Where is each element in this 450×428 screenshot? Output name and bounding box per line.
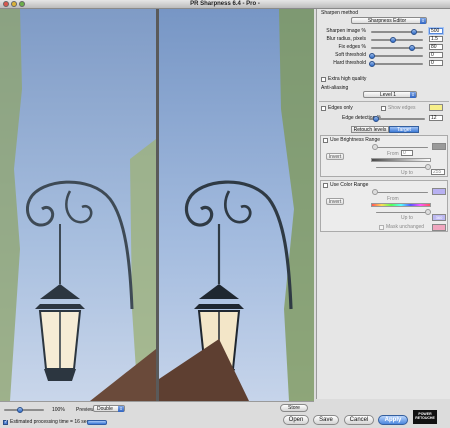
zoom-slider-knob[interactable] xyxy=(17,407,23,413)
preview-before-pane[interactable] xyxy=(0,9,156,401)
divider xyxy=(319,101,449,102)
settings-panel: Sharpen method Sharpness Editor ⇕ Sharpe… xyxy=(316,9,450,399)
lamp-photo-before xyxy=(0,9,156,401)
param-slider-track[interactable] xyxy=(371,63,423,65)
estimate-label: Estimated processing time = 16 sec. xyxy=(10,419,91,425)
param-label: Sharpen image % xyxy=(326,28,366,34)
color-range-group: Use Color Range From Invert Up to 360 Ma… xyxy=(320,180,448,232)
method-popup[interactable]: Sharpness Editor ⇕ xyxy=(351,17,427,24)
split-divider[interactable] xyxy=(156,9,159,401)
preview-mode-popup[interactable]: Double ⇕ xyxy=(93,405,125,412)
param-slider-knob[interactable] xyxy=(369,61,375,67)
tab-retouch-levels[interactable]: Retouch levels xyxy=(351,126,389,133)
title-bar: PR Sharpness 6.4 - Pro - xyxy=(0,0,450,9)
param-slider-track[interactable] xyxy=(371,39,423,41)
color-range-checkbox[interactable] xyxy=(323,183,328,188)
param-label: Soft threshold xyxy=(335,52,366,58)
extra-quality-checkbox[interactable] xyxy=(321,77,326,82)
color-range-label: Use Color Range xyxy=(330,182,369,188)
preview-label: Preview xyxy=(76,407,94,413)
store-button[interactable]: Store xyxy=(280,404,308,412)
method-label: Sharpen method xyxy=(321,10,358,16)
estimate-checkbox[interactable] xyxy=(3,419,8,425)
param-label: Fix edges % xyxy=(338,44,366,50)
tab-target-range[interactable]: Target range xyxy=(389,126,419,139)
edge-detection-field[interactable]: 12 xyxy=(429,115,443,121)
chevron-updown-icon: ⇕ xyxy=(118,406,124,412)
param-value-field[interactable]: 0 xyxy=(429,60,443,66)
zoom-label: 100% xyxy=(52,407,65,413)
lamp-photo-after xyxy=(159,9,314,401)
chevron-updown-icon: ⇕ xyxy=(420,18,426,24)
power-retouche-logo: POWER RETOUCHE xyxy=(413,410,437,424)
param-slider-track[interactable] xyxy=(371,47,423,49)
show-edges-label: Show edges xyxy=(388,105,416,111)
param-value-field[interactable]: 1.5 xyxy=(429,36,443,42)
antialiasing-value: Level 1 xyxy=(379,92,397,98)
edge-color-swatch[interactable] xyxy=(429,104,443,111)
antialiasing-popup[interactable]: Level 1 ⇕ xyxy=(363,91,417,98)
param-slider-track[interactable] xyxy=(371,55,423,57)
save-button[interactable]: Save xyxy=(313,415,339,425)
antialiasing-label: Anti-aliasing xyxy=(321,85,349,91)
color-upto-swatch[interactable]: 360 xyxy=(432,214,446,221)
edges-only-label: Edges only xyxy=(328,105,353,111)
mask-unchanged-checkbox[interactable] xyxy=(379,225,384,230)
preview-mode-value: Double xyxy=(97,406,113,412)
mask-swatch[interactable] xyxy=(432,224,446,231)
mask-unchanged-label: Mask unchanged xyxy=(386,224,425,230)
brightness-from-track[interactable] xyxy=(376,147,428,148)
color-invert-button[interactable]: Invert xyxy=(326,198,344,205)
show-edges-checkbox[interactable] xyxy=(381,106,386,111)
color-upto-knob[interactable] xyxy=(425,209,431,215)
param-label: Blur radius, pixels xyxy=(326,36,366,42)
chevron-updown-icon: ⇕ xyxy=(410,92,416,98)
extra-quality-label: Extra high quality xyxy=(328,76,367,82)
brightness-from-label: From xyxy=(387,151,399,157)
brightness-gradient xyxy=(371,158,431,162)
bottom-bar: 100% Preview Double ⇕ Store Estimated pr… xyxy=(0,401,314,428)
param-value-field[interactable]: 0 xyxy=(429,52,443,58)
edge-detection-knob[interactable] xyxy=(373,116,379,122)
brightness-checkbox[interactable] xyxy=(323,138,328,143)
hue-gradient xyxy=(371,203,431,207)
param-label: Hard threshold xyxy=(333,60,366,66)
param-slider-knob[interactable] xyxy=(409,45,415,51)
brightness-upto-track[interactable] xyxy=(376,167,428,168)
zoom-slider-track[interactable] xyxy=(4,409,44,411)
edges-only-checkbox[interactable] xyxy=(321,106,326,111)
app-window: PR Sharpness 6.4 - Pro - 100% Preview Do… xyxy=(0,0,450,428)
param-value-field[interactable]: 80 xyxy=(429,44,443,50)
brightness-from-field[interactable]: 0 xyxy=(401,150,413,156)
color-from-label: From xyxy=(387,196,399,202)
param-slider-knob[interactable] xyxy=(411,29,417,35)
color-from-swatch[interactable] xyxy=(432,188,446,195)
brightness-upto-label: Up to xyxy=(401,170,413,176)
brightness-upto-field[interactable]: 255 xyxy=(431,169,445,175)
brightness-from-knob[interactable] xyxy=(372,144,378,150)
color-from-knob[interactable] xyxy=(372,189,378,195)
param-value-field[interactable]: 500 xyxy=(429,28,443,34)
color-upto-track[interactable] xyxy=(376,212,428,213)
window-title: PR Sharpness 6.4 - Pro - xyxy=(190,1,260,7)
brightness-label: Use Brightness Range xyxy=(330,137,381,143)
brightness-invert-button[interactable]: Invert xyxy=(326,153,344,160)
color-upto-label: Up to xyxy=(401,215,413,221)
color-from-track[interactable] xyxy=(376,192,428,193)
open-button[interactable]: Open xyxy=(283,415,309,425)
param-slider-knob[interactable] xyxy=(369,53,375,59)
brightness-range-group: Use Brightness Range From 0 Invert Up to… xyxy=(320,135,448,177)
cancel-button[interactable]: Cancel xyxy=(344,415,374,425)
brightness-swatch[interactable] xyxy=(432,143,446,150)
logo-line-2: RETOUCHE xyxy=(415,416,435,420)
apply-button[interactable]: Apply xyxy=(378,415,408,425)
estimate-progress xyxy=(87,420,107,425)
param-slider-knob[interactable] xyxy=(390,37,396,43)
method-value: Sharpness Editor xyxy=(367,18,407,24)
preview-after-pane[interactable] xyxy=(159,9,314,401)
